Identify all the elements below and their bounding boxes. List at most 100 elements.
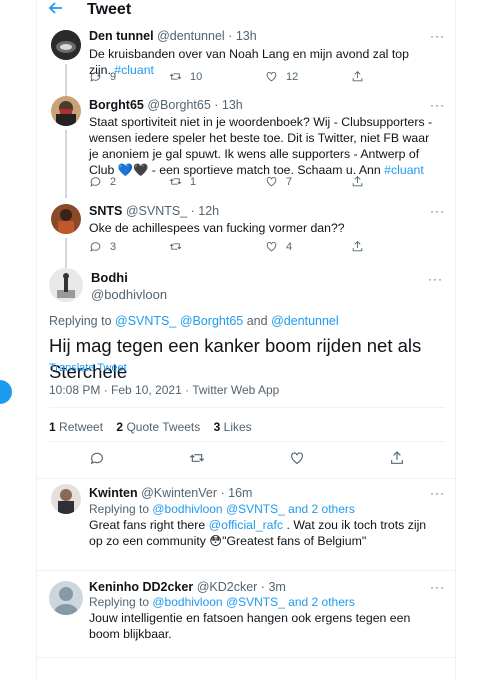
share-button[interactable] [389, 450, 405, 469]
avatar[interactable] [51, 484, 81, 514]
display-name[interactable]: Bodhi [91, 270, 167, 285]
replying-to: Replying to @bodhivloon @SVNTS_ and 2 ot… [89, 502, 355, 516]
share-button[interactable] [351, 175, 364, 188]
back-arrow-icon[interactable] [48, 1, 73, 19]
user-handle[interactable]: @KD2cker [197, 580, 258, 594]
reply-button[interactable]: 9 [89, 70, 116, 83]
reply-tweet-2[interactable]: Keninho DD2cker @KD2cker · 3m ··· Replyi… [37, 573, 457, 643]
retweet-button[interactable] [169, 240, 190, 253]
tweet-text: Great fans right there @official_rafc . … [89, 517, 434, 549]
share-button[interactable] [351, 70, 364, 83]
heart-icon [266, 241, 277, 252]
timestamp[interactable]: 3m [268, 580, 285, 594]
replying-and: and [243, 314, 272, 328]
display-name[interactable]: Den tunnel [89, 29, 154, 43]
replying-prefix: Replying to [49, 314, 116, 328]
heart-icon [266, 176, 277, 187]
others-link[interactable]: and 2 others [288, 502, 355, 516]
timestamp[interactable]: 13h [236, 29, 257, 43]
tweet-text-segment: Jouw intelligentie en fatsoen hangen ook… [89, 611, 411, 641]
like-count: 4 [286, 240, 293, 253]
mention-link[interactable]: @bodhivloon [152, 502, 222, 516]
user-handle[interactable]: @KwintenVer [141, 486, 217, 500]
replying-to: Replying to @SVNTS_ @Borght65 and @dentu… [49, 314, 339, 328]
mention-link[interactable]: @bodhivloon [152, 595, 222, 609]
retweet-button[interactable] [189, 450, 205, 469]
reply-count: 3 [110, 240, 117, 253]
mention-link[interactable]: @Borght65 [180, 314, 243, 328]
tweet-column: Tweet Den tunnel @dentunnel · 13h ··· De… [36, 0, 457, 680]
display-name[interactable]: Borght65 [89, 98, 144, 112]
main-tweet-text: Hij mag tegen een kanker boom rijden net… [49, 335, 422, 382]
mention-link[interactable]: @official_rafc [209, 518, 283, 532]
avatar[interactable] [51, 96, 81, 126]
thread-tweet-3[interactable]: SNTS @SVNTS_ · 12h ··· Oke de achillespe… [37, 200, 457, 268]
avatar[interactable] [51, 30, 81, 60]
divider [37, 478, 457, 479]
like-button[interactable]: 4 [265, 240, 292, 253]
mention-link[interactable]: @SVNTS_ [226, 595, 285, 609]
user-handle[interactable]: @dentunnel [157, 29, 225, 43]
user-handle[interactable]: @SVNTS_ [126, 204, 187, 218]
more-icon[interactable]: ··· [428, 272, 443, 286]
more-icon[interactable]: ··· [430, 98, 445, 112]
avatar[interactable] [49, 581, 83, 615]
reply-tweet-1[interactable]: Kwinten @KwintenVer · 16m ··· Replying t… [37, 480, 457, 572]
likes-stat[interactable]: 3 Likes [214, 420, 252, 434]
retweet-count: 1 [190, 175, 197, 188]
like-button[interactable] [289, 450, 305, 469]
more-icon[interactable]: ··· [430, 486, 445, 500]
reply-icon [90, 177, 101, 187]
translate-link[interactable]: Translate Tweet [49, 362, 127, 374]
retweet-button[interactable]: 10 [169, 70, 202, 83]
thread-tweet-2[interactable]: Borght65 @Borght65 · 13h ··· Staat sport… [37, 94, 457, 198]
share-icon [391, 451, 403, 464]
display-name[interactable]: Kwinten [89, 486, 138, 500]
tweet-actions: 3 4 [89, 240, 389, 256]
like-count: 7 [286, 175, 293, 188]
replying-to: Replying to @bodhivloon @SVNTS_ and 2 ot… [89, 595, 355, 609]
reply-button[interactable] [89, 450, 105, 469]
share-button[interactable] [351, 240, 364, 253]
more-icon[interactable]: ··· [430, 29, 445, 43]
retweet-icon [169, 178, 182, 185]
tweet-text-segment: Great fans right there [89, 518, 209, 532]
user-handle[interactable]: @bodhivloon [91, 287, 167, 302]
reply-icon [90, 72, 101, 82]
like-button[interactable]: 12 [265, 70, 298, 83]
mention-link[interactable]: @dentunnel [271, 314, 339, 328]
divider [37, 570, 457, 571]
main-avatar[interactable] [49, 268, 83, 302]
thread-tweet-1[interactable]: Den tunnel @dentunnel · 13h ··· De kruis… [37, 26, 457, 106]
reply-icon [90, 242, 101, 252]
like-button[interactable]: 7 [265, 175, 292, 188]
mention-link[interactable]: @SVNTS_ [226, 502, 285, 516]
user-handle[interactable]: @Borght65 [147, 98, 210, 112]
timestamp[interactable]: 12h [198, 204, 219, 218]
more-icon[interactable]: ··· [430, 204, 445, 218]
main-tweet-actions [37, 450, 457, 470]
quotes-stat[interactable]: 2 Quote Tweets [116, 420, 200, 434]
reply-count: 9 [110, 70, 117, 83]
mention-link[interactable]: @SVNTS_ [115, 314, 176, 328]
hashtag-link[interactable]: #cluant [384, 163, 424, 177]
retweets-stat[interactable]: 1 Retweet [49, 420, 103, 434]
retweet-icon [189, 454, 205, 462]
page-title: Tweet [87, 1, 132, 18]
retweet-button[interactable]: 1 [169, 175, 196, 188]
display-name[interactable]: Keninho DD2cker [89, 580, 193, 594]
timestamp[interactable]: 13h [222, 98, 243, 112]
display-name[interactable]: SNTS [89, 204, 122, 218]
avatar[interactable] [51, 204, 81, 234]
tweet-meta[interactable]: 10:08 PM · Feb 10, 2021 · Twitter Web Ap… [49, 383, 279, 397]
reply-button[interactable]: 2 [89, 175, 116, 188]
tweet-actions: 2 1 7 [89, 175, 389, 191]
others-link[interactable]: and 2 others [288, 595, 355, 609]
thread-line [65, 130, 67, 198]
more-icon[interactable]: ··· [430, 580, 445, 594]
share-icon [352, 240, 363, 252]
like-count: 12 [286, 70, 299, 83]
divider [37, 657, 457, 658]
timestamp[interactable]: 16m [228, 486, 252, 500]
reply-button[interactable]: 3 [89, 240, 116, 253]
